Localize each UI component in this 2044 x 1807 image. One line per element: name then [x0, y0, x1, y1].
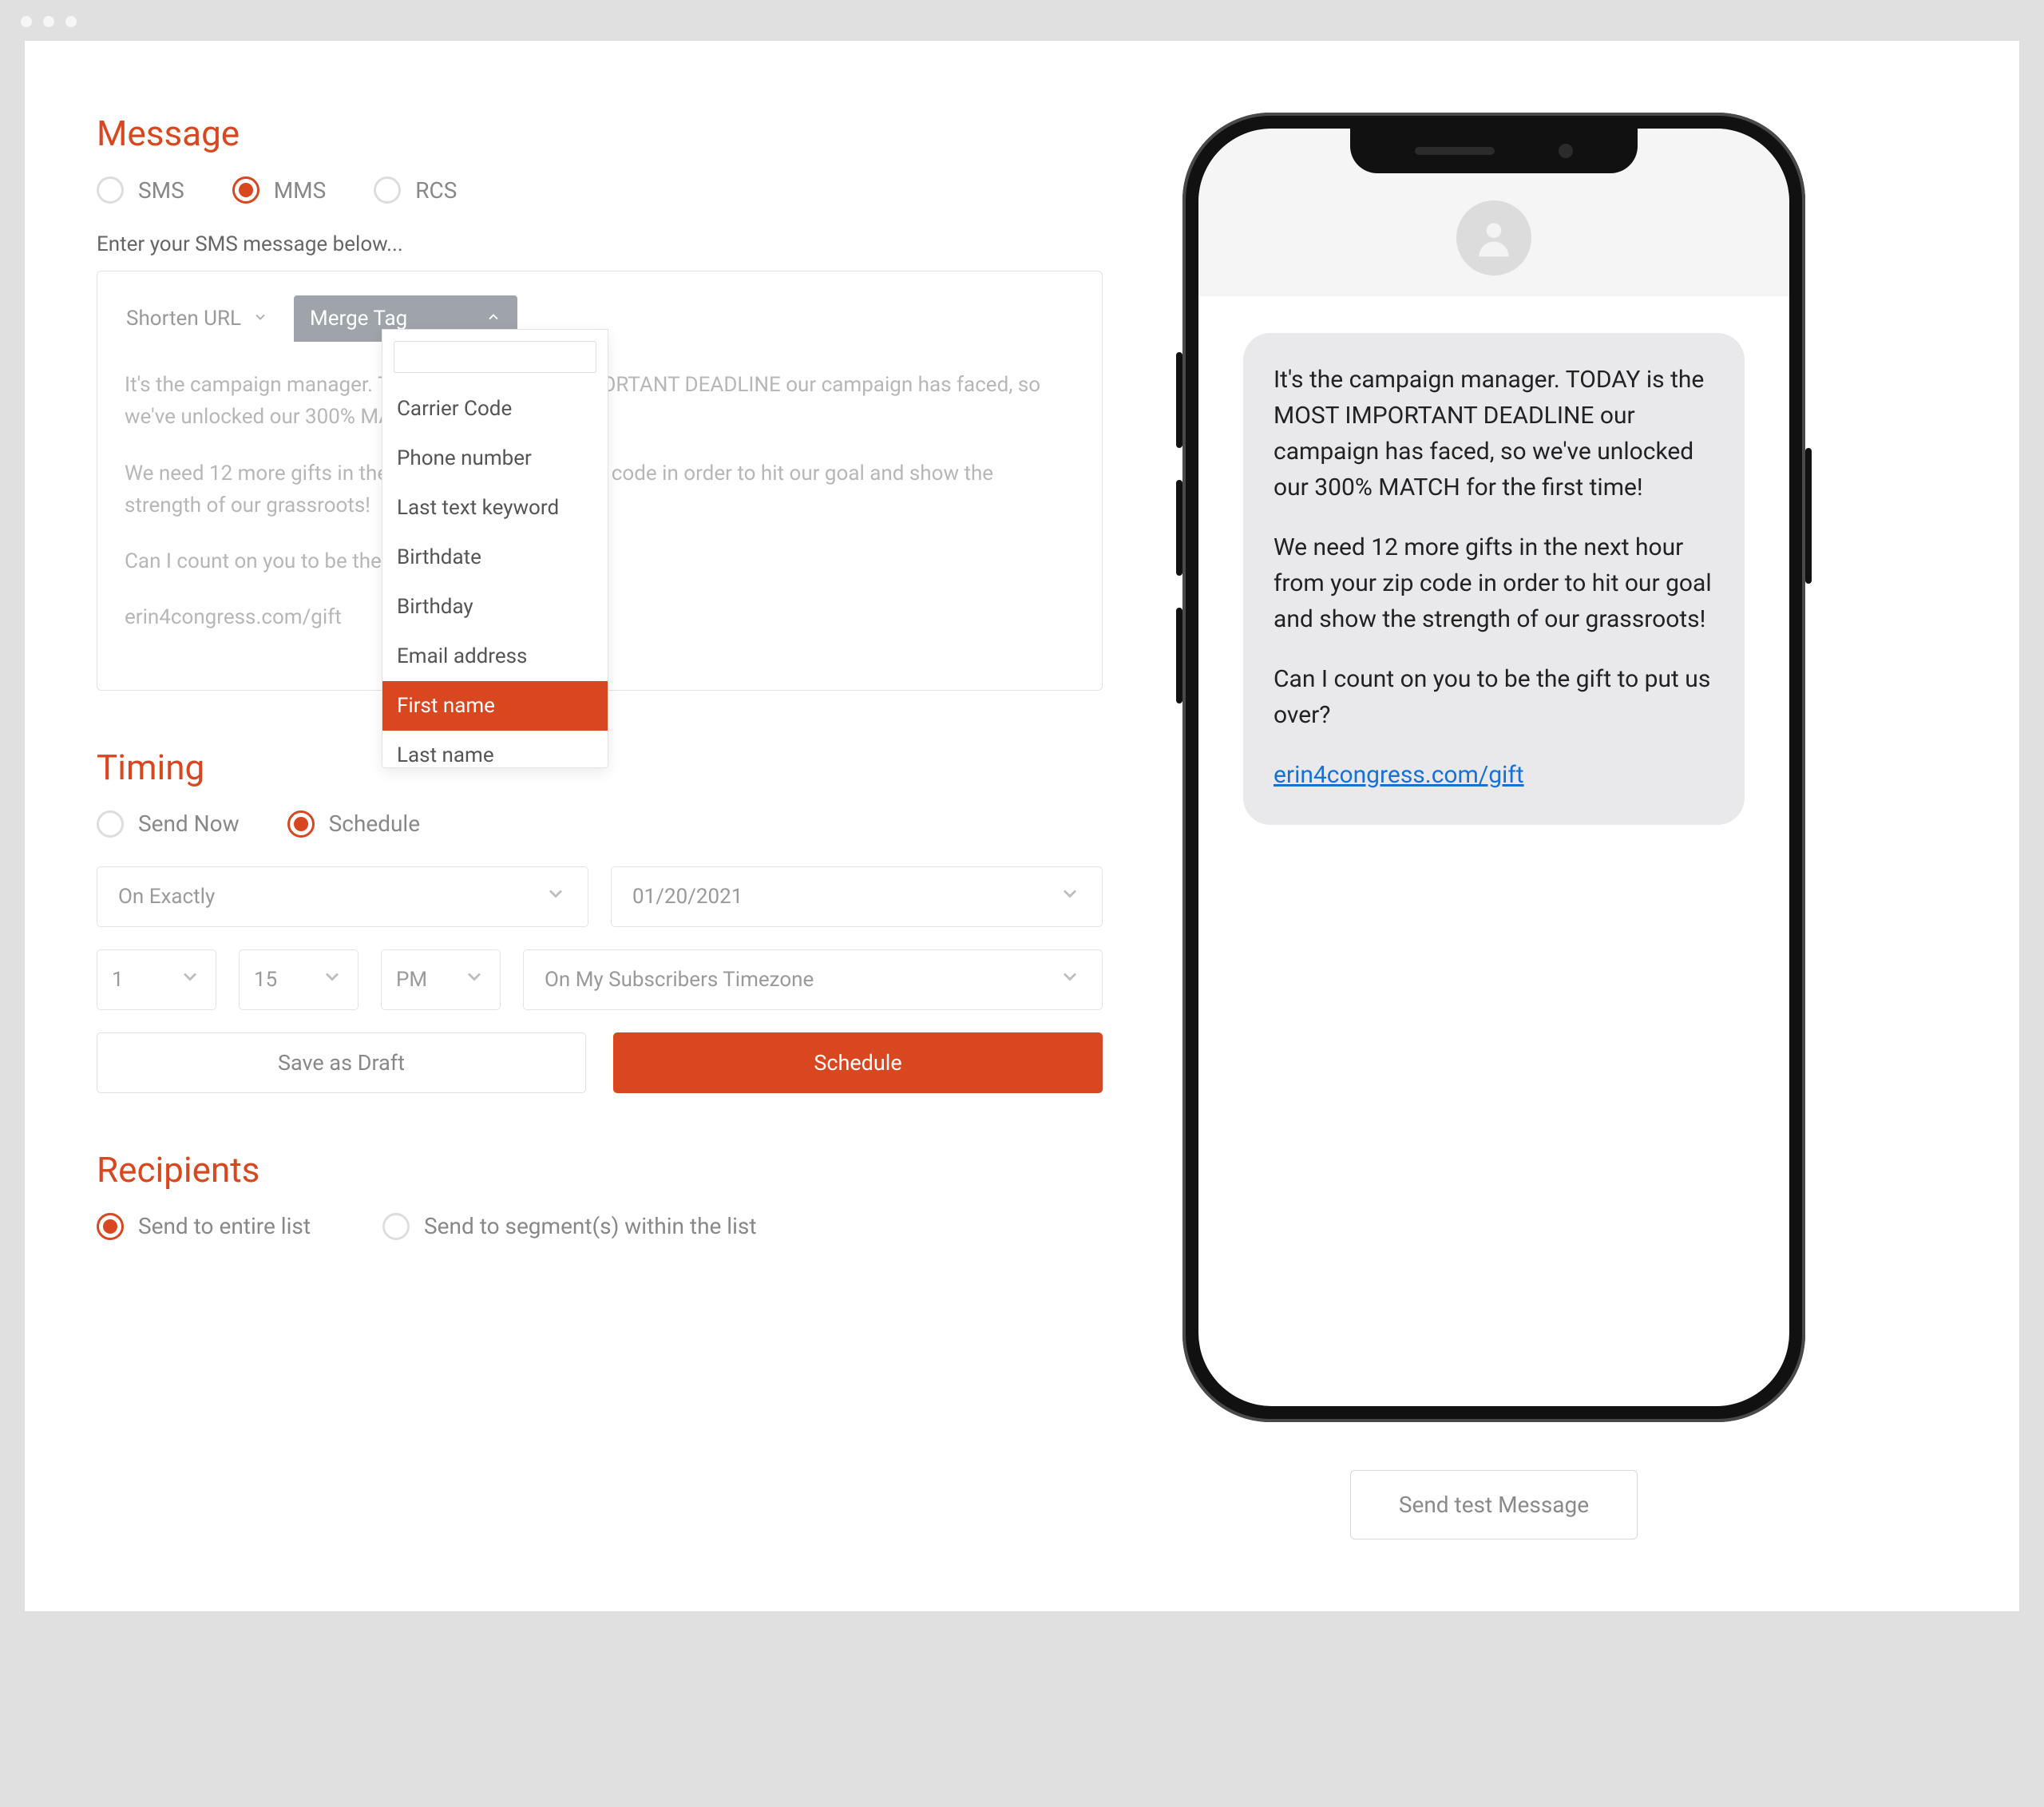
schedule-mode-select[interactable]: On Exactly: [97, 866, 588, 927]
merge-tag-option[interactable]: Birthday: [382, 582, 608, 632]
preview-link[interactable]: erin4congress.com/gift: [1274, 761, 1524, 789]
radio-segments[interactable]: Send to segment(s) within the list: [382, 1213, 757, 1240]
avatar: [1456, 200, 1531, 275]
radio-rcs-label: RCS: [415, 177, 457, 204]
schedule-ampm-value: PM: [396, 968, 427, 992]
merge-tag-option[interactable]: Carrier Code: [382, 384, 608, 434]
preview-line: We need 12 more gifts in the next hour f…: [1274, 529, 1714, 637]
person-icon: [1472, 216, 1516, 260]
schedule-button[interactable]: Schedule: [613, 1032, 1103, 1093]
radio-segments-label: Send to segment(s) within the list: [424, 1213, 757, 1239]
window-controls: [21, 16, 2023, 27]
window-dot[interactable]: [43, 16, 54, 27]
schedule-minute-select[interactable]: 15: [239, 949, 358, 1010]
radio-sms[interactable]: SMS: [97, 176, 184, 204]
schedule-grid-row2: 1 15 PM On My Subscribers Timezone: [97, 949, 1103, 1010]
schedule-tz-select[interactable]: On My Subscribers Timezone: [523, 949, 1103, 1010]
speaker-icon: [1415, 147, 1495, 155]
radio-schedule-label: Schedule: [329, 810, 420, 837]
chevron-down-icon: [1059, 965, 1081, 993]
radio-send-now[interactable]: Send Now: [97, 810, 240, 838]
section-heading-recipients: Recipients: [97, 1149, 1103, 1191]
merge-tag-list: Carrier CodePhone numberLast text keywor…: [382, 384, 608, 767]
message-type-radio-group: SMS MMS RCS: [97, 176, 1103, 204]
chevron-down-icon: [463, 965, 485, 993]
radio-mms-label: MMS: [274, 177, 327, 204]
radio-schedule[interactable]: Schedule: [287, 810, 420, 838]
send-test-label: Send test Message: [1399, 1492, 1589, 1518]
radio-rcs[interactable]: RCS: [374, 176, 457, 204]
window-dot[interactable]: [65, 16, 77, 27]
send-test-button[interactable]: Send test Message: [1350, 1470, 1638, 1540]
phone-screen: It's the campaign manager. TODAY is the …: [1198, 129, 1789, 1406]
compose-hint: Enter your SMS message below...: [97, 232, 1103, 256]
schedule-date-value: 01/20/2021: [632, 885, 743, 909]
camera-icon: [1559, 144, 1573, 158]
app-content: Message SMS MMS RCS Enter your SMS messa…: [24, 40, 2020, 1612]
schedule-grid-row1: On Exactly 01/20/2021: [97, 866, 1103, 927]
merge-tag-option[interactable]: Birthdate: [382, 533, 608, 582]
merge-tag-option[interactable]: Phone number: [382, 434, 608, 483]
preview-line: Can I count on you to be the gift to put…: [1274, 661, 1714, 733]
chevron-down-icon: [321, 965, 343, 993]
message-thread: It's the campaign manager. TODAY is the …: [1198, 296, 1789, 862]
schedule-hour-value: 1: [112, 968, 124, 992]
save-draft-label: Save as Draft: [278, 1050, 405, 1076]
window-dot[interactable]: [21, 16, 32, 27]
chevron-down-icon: [179, 965, 201, 993]
schedule-ampm-select[interactable]: PM: [381, 949, 501, 1010]
browser-chrome: [0, 0, 2044, 40]
incoming-message-bubble: It's the campaign manager. TODAY is the …: [1243, 333, 1745, 825]
schedule-date-select[interactable]: 01/20/2021: [611, 866, 1103, 927]
merge-tag-option[interactable]: Email address: [382, 632, 608, 681]
merge-tag-option[interactable]: First name: [382, 681, 608, 731]
shorten-url-label: Shorten URL: [126, 307, 241, 331]
merge-tag-search[interactable]: [394, 341, 596, 373]
recipients-radio-group: Send to entire list Send to segment(s) w…: [97, 1213, 1103, 1240]
schedule-hour-select[interactable]: 1: [97, 949, 216, 1010]
left-panel: Message SMS MMS RCS Enter your SMS messa…: [97, 113, 1103, 1240]
timing-buttons: Save as Draft Schedule: [97, 1032, 1103, 1093]
chevron-down-icon: [545, 882, 567, 910]
schedule-button-label: Schedule: [814, 1050, 901, 1076]
compose-box: Shorten URL Merge Tag It's the campaign …: [97, 271, 1103, 691]
chevron-up-icon: [485, 307, 501, 331]
radio-entire-list[interactable]: Send to entire list: [97, 1213, 311, 1240]
timing-radio-group: Send Now Schedule: [97, 810, 1103, 838]
schedule-mode-value: On Exactly: [118, 885, 215, 909]
phone-notch: [1350, 129, 1638, 173]
schedule-tz-value: On My Subscribers Timezone: [545, 968, 814, 992]
radio-entire-list-label: Send to entire list: [138, 1213, 311, 1239]
merge-tag-label: Merge Tag: [310, 307, 407, 331]
shorten-url-dropdown[interactable]: Shorten URL: [125, 295, 270, 342]
radio-send-now-label: Send Now: [138, 810, 240, 837]
merge-tag-option[interactable]: Last text keyword: [382, 483, 608, 533]
chevron-down-icon: [252, 307, 268, 331]
phone-frame: It's the campaign manager. TODAY is the …: [1182, 113, 1805, 1422]
chevron-down-icon: [1059, 882, 1081, 910]
radio-mms[interactable]: MMS: [232, 176, 327, 204]
right-panel: It's the campaign manager. TODAY is the …: [1167, 113, 1821, 1540]
schedule-minute-value: 15: [254, 968, 277, 992]
save-draft-button[interactable]: Save as Draft: [97, 1032, 586, 1093]
section-heading-message: Message: [97, 113, 1103, 154]
preview-line: It's the campaign manager. TODAY is the …: [1274, 362, 1714, 505]
merge-tag-panel: Carrier CodePhone numberLast text keywor…: [382, 329, 608, 768]
merge-tag-option[interactable]: Last name: [382, 731, 608, 767]
radio-sms-label: SMS: [138, 177, 184, 204]
